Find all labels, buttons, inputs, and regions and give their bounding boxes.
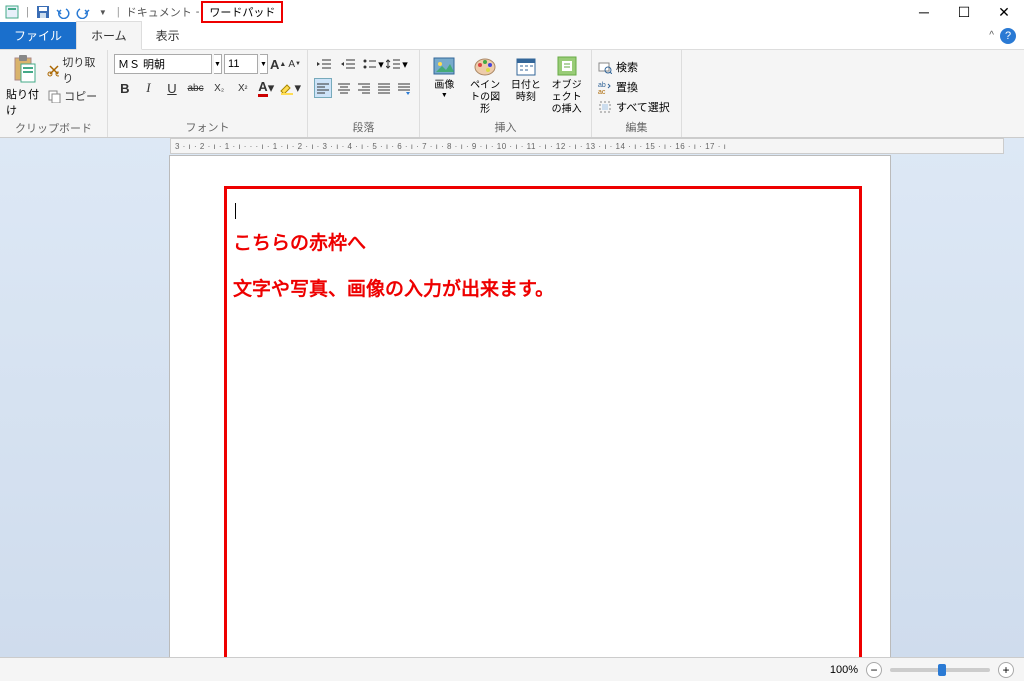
minimize-button[interactable]: ─ [904,0,944,24]
edit-group-label: 編集 [598,117,675,135]
find-label: 検索 [616,59,638,75]
svg-text:ab: ab [598,82,606,89]
font-size-input[interactable] [224,54,258,74]
status-bar: 100% − + [0,657,1024,681]
zoom-level: 100% [830,664,858,676]
insert-paint-label: ペイントの図形 [467,80,504,116]
insert-object-label: オブジェクトの挿入 [548,80,585,116]
maximize-button[interactable]: ☐ [944,0,984,24]
subscript-button[interactable]: X₂ [208,78,230,98]
justify-button[interactable] [375,78,393,98]
bold-button[interactable]: B [114,78,136,98]
zoom-slider[interactable] [890,668,990,672]
tab-home[interactable]: ホーム [76,21,142,50]
replace-button[interactable]: abac 置換 [598,78,675,96]
font-group-label: フォント [114,117,301,135]
superscript-button[interactable]: X² [232,78,254,98]
document-text-line2: 文字や写真、画像の入力が出来ます。 [233,275,853,305]
tab-view[interactable]: 表示 [142,22,194,49]
group-font: ▼ ▼ A▲ A▼ B I U abc X₂ X² A▾ ▾ フォント [108,50,308,137]
cut-button[interactable]: 切り取り [47,54,101,86]
align-left-button[interactable] [314,78,332,98]
insert-image-label: 画像 [434,80,454,92]
document-title: ドキュメント [126,4,192,20]
title-bar: | ▼ | ドキュメント - ワードパッド ─ ☐ ✕ [0,0,1024,24]
align-right-button[interactable] [355,78,373,98]
select-all-label: すべて選択 [616,99,670,115]
copy-button[interactable]: コピー [47,88,101,104]
insert-datetime-label: 日付と時刻 [508,80,545,104]
document-area: 3 · ı · 2 · ı · 1 · ı · · · ı · 1 · ı · … [0,138,1024,657]
ruler[interactable]: 3 · ı · 2 · ı · 1 · ı · · · ı · 1 · ı · … [170,138,1004,154]
increase-indent-button[interactable] [338,54,360,74]
paste-button[interactable]: 貼り付け [6,54,43,118]
paragraph-dialog-button[interactable] [395,78,413,98]
group-insert: 画像▼ ペイントの図形 日付と時刻 オブジェクトの挿入 挿入 [420,50,592,137]
bullets-button[interactable]: ▾ [362,54,384,74]
group-clipboard: 貼り付け 切り取り コピー クリップボード [0,50,108,137]
app-icon [4,4,20,20]
paragraph-group-label: 段落 [314,117,413,135]
ribbon-tabs: ファイル ホーム 表示 ^ ? [0,24,1024,50]
group-paragraph: ▾ ▾ 段落 [308,50,420,137]
shrink-font-button[interactable]: A▼ [288,54,301,74]
svg-text:ac: ac [598,89,606,94]
replace-label: 置換 [616,79,638,95]
tab-file[interactable]: ファイル [0,22,76,49]
grow-font-button[interactable]: A▲ [270,54,286,74]
document-page[interactable]: こちらの赤枠へ 文字や写真、画像の入力が出来ます。 [170,156,890,657]
clipboard-group-label: クリップボード [6,118,101,136]
qat-dropdown-icon[interactable]: ▼ [95,4,111,20]
title-dash: - [196,6,200,18]
paste-label: 貼り付け [6,86,43,118]
zoom-slider-thumb[interactable] [938,664,946,676]
collapse-ribbon-icon[interactable]: ^ [989,30,994,41]
insert-paint-button[interactable]: ペイントの図形 [467,54,504,116]
save-icon[interactable] [35,4,51,20]
insert-datetime-button[interactable]: 日付と時刻 [508,54,545,104]
cut-label: 切り取り [62,54,101,86]
undo-icon[interactable] [55,4,71,20]
font-size-dropdown-icon[interactable]: ▼ [260,54,268,74]
insert-group-label: 挿入 [426,117,585,135]
zoom-in-button[interactable]: + [998,662,1014,678]
annotation-red-box: こちらの赤枠へ 文字や写真、画像の入力が出来ます。 [224,186,862,657]
line-spacing-button[interactable]: ▾ [386,54,408,74]
redo-icon[interactable] [75,4,91,20]
app-name-text: ワードパッド [209,7,275,19]
select-all-button[interactable]: すべて選択 [598,98,675,116]
close-button[interactable]: ✕ [984,0,1024,24]
italic-button[interactable]: I [138,78,160,98]
align-center-button[interactable] [334,78,352,98]
qat-separator: | [117,6,120,18]
window-controls: ─ ☐ ✕ [904,0,1024,24]
quick-access-toolbar: | ▼ | [4,4,122,20]
ribbon: 貼り付け 切り取り コピー クリップボード ▼ ▼ A▲ [0,50,1024,138]
insert-image-button[interactable]: 画像▼ [426,54,463,100]
text-cursor [235,203,236,219]
find-button[interactable]: 検索 [598,58,675,76]
help-icon[interactable]: ? [1000,28,1016,44]
group-edit: 検索 abac 置換 すべて選択 編集 [592,50,682,137]
copy-label: コピー [64,88,97,104]
zoom-out-button[interactable]: − [866,662,882,678]
underline-button[interactable]: U [161,78,183,98]
decrease-indent-button[interactable] [314,54,336,74]
font-name-dropdown-icon[interactable]: ▼ [214,54,222,74]
qat-separator: | [26,6,29,18]
strikethrough-button[interactable]: abc [185,78,207,98]
document-text-line1: こちらの赤枠へ [233,229,853,259]
insert-object-button[interactable]: オブジェクトの挿入 [548,54,585,116]
font-name-input[interactable] [114,54,212,74]
app-name-highlight: ワードパッド [201,1,283,23]
highlight-button[interactable]: ▾ [279,78,301,98]
font-color-button[interactable]: A▾ [255,78,277,98]
